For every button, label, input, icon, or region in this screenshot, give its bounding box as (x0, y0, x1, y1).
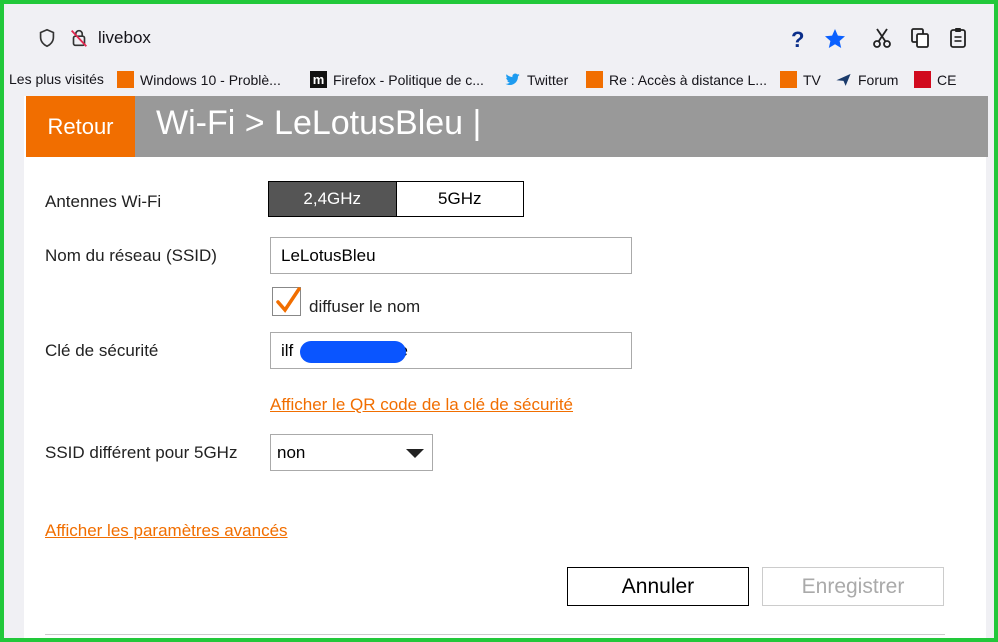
orange-favicon-icon (117, 71, 134, 88)
bookmark-windows10[interactable]: Windows 10 - Problè... (117, 71, 281, 88)
bookmark-label: CE (937, 71, 957, 88)
page-content: Retour Wi-Fi > LeLotusBleu | Antennes Wi… (4, 96, 994, 638)
bookmark-remote-access[interactable]: Re : Accès à distance L... (586, 71, 767, 88)
paste-icon[interactable] (946, 26, 970, 50)
svg-text:?: ? (791, 28, 804, 50)
right-gutter (986, 96, 994, 638)
copy-icon[interactable] (908, 26, 932, 50)
twitter-icon (505, 73, 520, 86)
dropdown-arrow-icon (406, 449, 424, 458)
bookmark-label: Twitter (527, 71, 569, 88)
bookmark-twitter[interactable]: Twitter (504, 71, 568, 88)
band-5ghz-button[interactable]: 5GHz (396, 182, 523, 216)
advanced-settings-link[interactable]: Afficher les paramètres avancés (45, 521, 288, 541)
shield-icon[interactable] (36, 27, 58, 49)
ce-favicon-icon (914, 71, 931, 88)
bookmark-label: TV (803, 71, 821, 88)
bookmark-ce[interactable]: CE (914, 71, 956, 88)
band-24ghz-button[interactable]: 2,4GHz (269, 182, 397, 216)
bookmark-tv[interactable]: TV (780, 71, 821, 88)
left-gutter (4, 96, 24, 638)
insecure-lock-icon[interactable] (68, 27, 90, 49)
page-header: Retour Wi-Fi > LeLotusBleu | (26, 96, 988, 157)
back-button[interactable]: Retour (26, 96, 135, 157)
key-prefix: ilf (281, 340, 294, 360)
ssid-label: Nom du réseau (SSID) (45, 246, 217, 265)
divider (45, 634, 945, 635)
ssid5-label: SSID différent pour 5GHz (45, 443, 238, 462)
ssid5-value: non (277, 442, 306, 462)
screenshot-frame: livebox ? Les plus visités Windows 10 - … (0, 0, 998, 642)
ssid5-select[interactable]: non (270, 434, 433, 471)
bookmark-label: Windows 10 - Problè... (140, 71, 281, 88)
bookmark-label: Les plus visités (9, 71, 104, 87)
bookmark-forum[interactable]: Forum (835, 71, 898, 88)
help-icon[interactable]: ? (788, 28, 808, 50)
bookmark-star-icon[interactable] (823, 27, 847, 51)
bookmark-label: Firefox - Politique de c... (333, 71, 484, 88)
broadcast-label: diffuser le nom (309, 297, 421, 316)
band-selector: 2,4GHz 5GHz (268, 181, 524, 217)
bookmark-most-visited[interactable]: Les plus visités (9, 71, 104, 87)
bookmark-label: Forum (858, 71, 899, 88)
security-key-label: Clé de sécurité (45, 341, 159, 360)
ssid-input[interactable]: LeLotusBleu (270, 237, 632, 274)
broadcast-checkbox[interactable] (272, 287, 301, 316)
plane-icon (836, 73, 851, 86)
bookmark-firefox[interactable]: m Firefox - Politique de c... (310, 71, 484, 88)
bookmarks-toolbar: Les plus visités Windows 10 - Problè... … (4, 64, 994, 96)
m-favicon-icon: m (310, 71, 327, 88)
address-bar[interactable]: livebox ? (26, 18, 854, 58)
antennas-label: Antennes Wi-Fi (45, 192, 162, 211)
orange-favicon-icon (780, 71, 797, 88)
bookmark-label: Re : Accès à distance L... (609, 71, 767, 88)
orange-favicon-icon (586, 71, 603, 88)
qr-code-link[interactable]: Afficher le QR code de la clé de sécurit… (270, 395, 573, 415)
page-title: Wi-Fi > LeLotusBleu | (156, 104, 482, 142)
redaction-mark (300, 341, 406, 363)
checkmark-icon (276, 287, 301, 313)
url-text[interactable]: livebox (98, 28, 151, 48)
cancel-button[interactable]: Annuler (567, 567, 749, 606)
cut-icon[interactable] (870, 26, 894, 50)
save-button[interactable]: Enregistrer (762, 567, 944, 606)
